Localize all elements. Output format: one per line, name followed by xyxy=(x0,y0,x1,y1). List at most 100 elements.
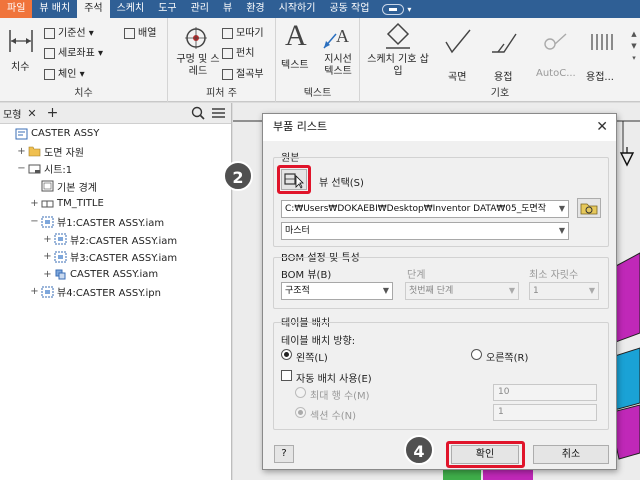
num-sections-input[interactable]: 1 xyxy=(493,404,597,421)
tab-file[interactable]: 파일 xyxy=(0,0,33,18)
tab-get-started[interactable]: 시작하기 xyxy=(272,0,323,18)
tab-sketch[interactable]: 스케치 xyxy=(110,0,152,18)
ribbon-scroll-arrows[interactable]: ▲ ▼ ▾ xyxy=(630,28,638,64)
dialog-titlebar: 부품 리스트 ✕ xyxy=(263,114,616,141)
tree-item[interactable]: + 뷰3:CASTER ASSY.iam xyxy=(43,248,177,265)
highlight-ok xyxy=(446,441,525,468)
tree-item[interactable]: + 뷰4:CASTER ASSY.ipn xyxy=(30,283,161,300)
radio-right[interactable] xyxy=(471,349,482,360)
dimension-button[interactable]: 치수 xyxy=(11,58,29,73)
ribbon-display-toggle-icon[interactable] xyxy=(382,3,405,15)
radio-max-rows[interactable] xyxy=(295,387,306,398)
tab-annotate[interactable]: 주석 xyxy=(77,0,110,18)
hole-thread-icon[interactable] xyxy=(182,24,210,50)
help-button[interactable]: ? xyxy=(274,445,294,463)
chamfer-icon xyxy=(222,27,233,39)
text-button[interactable]: 텍스트 xyxy=(281,56,309,71)
autocad-block-icon[interactable] xyxy=(540,28,570,54)
view-rep-combo[interactable]: 마스터 ▼ xyxy=(281,222,569,240)
baseline-button[interactable]: 기준선 ▾ xyxy=(44,24,94,39)
collapse-icon[interactable]: − xyxy=(17,163,26,174)
radio-left-label[interactable]: 왼쪽(L) xyxy=(296,349,328,364)
expand-icon[interactable]: + xyxy=(43,251,52,262)
expand-icon[interactable]: + xyxy=(30,198,39,209)
baseline-icon xyxy=(44,27,55,39)
leader-text-button[interactable]: 지시선 텍스트 xyxy=(320,54,356,78)
collapse-icon[interactable]: − xyxy=(30,216,39,227)
chevron-down-icon[interactable]: ▾ xyxy=(407,5,411,14)
chevron-down-icon: ▼ xyxy=(382,286,389,295)
tree-item[interactable]: + TM_TITLE xyxy=(30,195,104,212)
search-icon[interactable] xyxy=(191,106,205,120)
ordinate-label: 세로좌표 xyxy=(58,48,95,59)
tree-item-label: 기본 경계 xyxy=(57,182,97,194)
punch-icon xyxy=(222,47,233,59)
ordinate-icon xyxy=(44,47,55,59)
punch-button[interactable]: 펀치 xyxy=(222,44,254,59)
tree-item[interactable]: + 도면 자원 xyxy=(17,143,84,160)
baseline-label: 기준선 xyxy=(58,28,86,39)
min-digits-combo[interactable]: 1 ▼ xyxy=(529,282,599,300)
auto-wrap-label[interactable]: 자동 배치 사용(E) xyxy=(296,370,372,385)
arrange-button[interactable]: 배열 xyxy=(124,24,156,39)
tree-item[interactable]: + 뷰2:CASTER ASSY.iam xyxy=(43,231,177,248)
drawing-icon xyxy=(15,128,31,140)
radio-num-sections[interactable] xyxy=(295,407,306,418)
tree-item[interactable]: CASTER ASSY xyxy=(4,125,99,142)
weld-caterpillar-button[interactable]: 용접... xyxy=(586,68,614,83)
tab-tools[interactable]: 도구 xyxy=(151,0,183,18)
sketch-symbol-icon[interactable] xyxy=(384,22,412,50)
browser-tab-model[interactable]: 모형 xyxy=(3,106,21,121)
radio-left[interactable] xyxy=(281,349,292,360)
cancel-button[interactable]: 취소 xyxy=(533,445,609,464)
tree-item[interactable]: − 시트:1 xyxy=(17,160,72,177)
leader-text-icon[interactable]: A xyxy=(322,24,352,50)
ribbon: 치수 기준선 ▾ 세로좌표 ▾ 체인 ▾ 배열 치수 구멍 및 스레드 모따기 … xyxy=(0,18,640,102)
welding-button[interactable]: 용접 xyxy=(494,68,512,83)
browser-tabs: 모형 ✕ + xyxy=(0,103,231,124)
tree-item-label: 뷰1:CASTER ASSY.iam xyxy=(57,218,165,229)
num-sections-label: 섹션 수(N) xyxy=(310,411,357,422)
auto-wrap-checkbox[interactable] xyxy=(281,370,292,381)
bom-view-combo[interactable]: 구조적 ▼ xyxy=(281,282,393,300)
dimension-icon[interactable] xyxy=(8,26,34,56)
tab-environments[interactable]: 환경 xyxy=(239,0,271,18)
expand-icon[interactable]: + xyxy=(17,146,26,157)
expand-icon[interactable]: + xyxy=(43,234,52,245)
dialog-close-icon[interactable]: ✕ xyxy=(596,114,608,140)
tab-place-views[interactable]: 뷰 배치 xyxy=(32,0,77,18)
ordinate-button[interactable]: 세로좌표 ▾ xyxy=(44,44,103,59)
tree-item-label: CASTER ASSY xyxy=(31,128,100,139)
autocad-block-button[interactable]: AutoC... xyxy=(536,68,576,79)
sheet-icon xyxy=(28,163,44,175)
file-path-combo[interactable]: C:₩Users₩DOKAEBI₩Desktop₩Inventor DATA₩0… xyxy=(281,200,569,218)
tree-item[interactable]: + CASTER ASSY.iam xyxy=(43,266,158,283)
close-icon[interactable]: ✕ xyxy=(27,107,36,120)
browse-button[interactable] xyxy=(577,198,601,218)
tree-item[interactable]: − 뷰1:CASTER ASSY.iam xyxy=(30,213,164,230)
text-icon[interactable]: A xyxy=(285,20,307,52)
caterpillar-icon[interactable] xyxy=(588,28,618,54)
tree-item-label: 뷰2:CASTER ASSY.iam xyxy=(70,235,178,247)
surface-texture-icon[interactable] xyxy=(444,28,474,54)
bend-button[interactable]: 절곡부 xyxy=(222,65,264,80)
surface-button[interactable]: 곡면 xyxy=(448,68,466,83)
chamfer-button[interactable]: 모따기 xyxy=(222,24,264,39)
welding-icon[interactable] xyxy=(490,28,520,54)
expand-icon[interactable]: + xyxy=(43,269,52,280)
expand-icon[interactable]: + xyxy=(30,286,39,297)
max-rows-label: 최대 행 수(M) xyxy=(310,391,370,402)
tab-manage[interactable]: 관리 xyxy=(184,0,216,18)
hole-thread-button[interactable]: 구멍 및 스레드 xyxy=(176,54,220,78)
radio-right-label[interactable]: 오른쪽(R) xyxy=(486,349,528,364)
add-icon[interactable]: + xyxy=(47,105,59,121)
sketch-symbol-button[interactable]: 스케치 기호 삽입 xyxy=(366,54,430,78)
tab-view[interactable]: 뷰 xyxy=(216,0,239,18)
menu-icon[interactable] xyxy=(212,107,225,119)
border-icon xyxy=(41,180,57,192)
max-rows-input[interactable]: 10 xyxy=(493,384,597,401)
chain-button[interactable]: 체인 ▾ xyxy=(44,65,85,80)
tree-item[interactable]: 기본 경계 xyxy=(30,178,97,195)
level-combo[interactable]: 첫번째 단계 ▼ xyxy=(405,282,519,300)
tab-collaborate[interactable]: 공동 작업 xyxy=(322,0,376,18)
